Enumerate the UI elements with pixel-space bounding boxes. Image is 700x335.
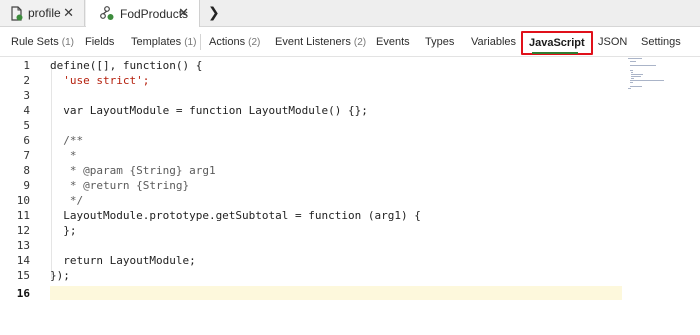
file-tab-label: profile [28,6,61,20]
code-line: }; [50,224,77,237]
tab-json[interactable]: JSON [598,36,627,48]
code-editor[interactable]: 1 2 3 4 5 6 7 8 9 10 11 12 13 14 15 16 d… [0,56,700,335]
code-line: LayoutModule.prototype.getSubtotal = fun… [50,209,421,222]
line-number: 3 [23,89,30,102]
tab-settings[interactable]: Settings [641,36,681,48]
minimap-line [630,86,642,87]
line-number: 1 [23,59,30,72]
minimap-line [630,65,656,66]
tab-types[interactable]: Types [425,36,454,48]
flow-icon [100,6,115,21]
line-number: 12 [16,224,30,237]
code-minimap[interactable] [628,56,683,96]
line-number: 13 [16,239,30,252]
code-line: /** [50,134,84,147]
minimap-line [631,74,643,75]
line-number: 10 [16,194,30,207]
code-line: return LayoutModule; [50,254,196,267]
minimap-line [631,76,641,77]
tab-fields[interactable]: Fields [85,36,114,48]
minimap-line [630,80,664,81]
tab-event-listeners[interactable]: Event Listeners (2) [275,36,366,48]
file-tab-profile[interactable]: profile ✕ [0,0,85,26]
line-number: 5 [23,119,30,132]
code-line: */ [50,194,84,207]
line-number: 15 [16,269,30,282]
code-line: 'use strict'; [50,74,150,87]
minimap-line [628,58,642,59]
document-icon [10,5,23,21]
current-line-highlight [50,286,622,300]
line-number: 4 [23,104,30,117]
minimap-line [631,72,633,73]
tab-rule-sets[interactable]: Rule Sets (1) [11,36,74,48]
line-number: 11 [16,209,30,222]
close-icon[interactable]: ✕ [63,5,74,21]
editor-tab-bar: Rule Sets (1) Fields Templates (1) Actio… [0,27,700,57]
line-number: 2 [23,74,30,87]
code-line: var LayoutModule = function LayoutModule… [50,104,368,117]
line-number: 8 [23,164,30,177]
close-icon[interactable]: ✕ [178,5,189,21]
code-line: * [50,149,77,162]
tab-events[interactable]: Events [376,36,410,48]
code-line: define([], function() { [50,59,203,72]
line-number: 14 [16,254,30,267]
minimap-line [630,70,633,71]
chevron-right-icon[interactable]: ❯ [208,4,220,21]
tab-templates[interactable]: Templates (1) [131,36,196,48]
minimap-line [630,61,636,62]
line-number-gutter: 1 2 3 4 5 6 7 8 9 10 11 12 13 14 15 16 [0,56,38,335]
file-tab-fodproducts[interactable]: FodProducts ✕ [86,0,200,27]
code-line: * @param {String} arg1 [50,164,216,177]
minimap-line [630,82,633,83]
tab-actions[interactable]: Actions (2) [209,36,260,48]
active-tab-indicator [532,52,578,54]
code-line: * @return {String} [50,179,190,192]
line-number: 6 [23,134,30,147]
line-number: 9 [23,179,30,192]
tab-divider [200,34,201,50]
minimap-line [631,78,634,79]
line-number: 7 [23,149,30,162]
line-number: 16 [16,287,30,300]
minimap-line [628,88,631,89]
code-line: }); [50,269,70,282]
file-tab-bar: profile ✕ FodProducts ✕ ❯ [0,0,700,27]
tab-variables[interactable]: Variables [471,36,516,48]
